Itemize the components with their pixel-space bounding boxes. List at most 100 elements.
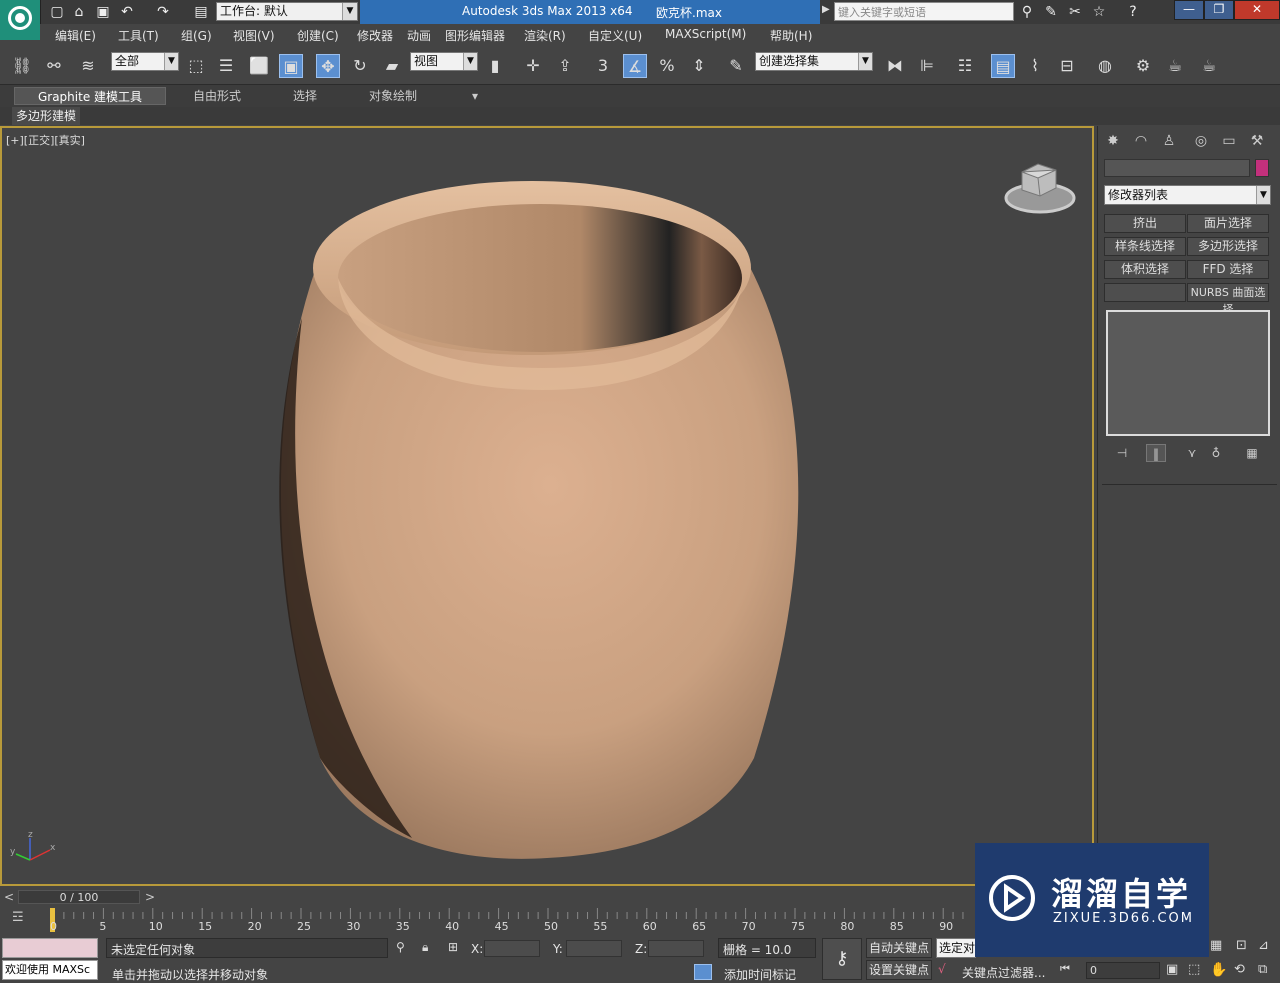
material-editor-icon[interactable]: ◍ <box>1093 54 1117 78</box>
angle-snap-icon[interactable]: ∡ <box>623 54 647 78</box>
utilities-tab-icon[interactable]: ⚒ <box>1246 130 1268 152</box>
object-name-field[interactable] <box>1104 159 1250 177</box>
render-production-icon[interactable]: ☕ <box>1197 54 1221 78</box>
ribbon-options-icon[interactable]: ▾ <box>460 87 490 105</box>
tab-graphite-modeling[interactable]: Graphite 建模工具 <box>14 87 166 105</box>
communication-icon[interactable]: ✎ <box>1042 3 1060 21</box>
tab-object-paint[interactable]: 对象绘制 <box>356 87 430 105</box>
current-frame-field[interactable]: 0 <box>1086 962 1160 979</box>
modifier-list-dropdown[interactable]: 修改器列表 ▼ <box>1104 185 1271 205</box>
y-coordinate-field[interactable] <box>566 940 622 957</box>
modifier-stack[interactable] <box>1106 310 1270 436</box>
time-next-button[interactable]: > <box>145 890 155 904</box>
time-prev-button[interactable]: < <box>4 890 14 904</box>
percent-snap-icon[interactable]: % <box>655 54 679 78</box>
nurbs-surface-select-button[interactable]: NURBS 曲面选择 <box>1187 283 1269 316</box>
redo-icon[interactable]: ↷ <box>154 3 172 21</box>
region-zoom-icon[interactable]: ⬚ <box>1188 962 1200 977</box>
menu-graph-editors[interactable]: 图形编辑器 <box>445 27 505 44</box>
poly-select-button[interactable]: 多边形选择 <box>1187 237 1269 256</box>
pin-stack-icon[interactable]: ⊣ <box>1112 444 1132 462</box>
go-to-start-icon[interactable]: ⏮ <box>1060 962 1070 976</box>
exchange-icon[interactable]: ✂ <box>1066 3 1084 21</box>
auto-key-button[interactable]: 自动关键点 <box>866 938 932 958</box>
menu-group[interactable]: 组(G) <box>181 27 212 44</box>
menu-rendering[interactable]: 渲染(R) <box>524 27 566 44</box>
named-selection-dropdown[interactable]: 创建选择集 ▼ <box>755 52 873 71</box>
hierarchy-tab-icon[interactable]: ♙ <box>1158 130 1180 152</box>
motion-tab-icon[interactable]: ◎ <box>1190 130 1212 152</box>
select-manipulate-icon[interactable]: ✛ <box>521 54 545 78</box>
workspace-dropdown[interactable]: 工作台: 默认 ▼ <box>216 2 358 21</box>
remove-modifier-icon[interactable]: ♁ <box>1206 444 1226 462</box>
close-button[interactable]: ✕ <box>1234 0 1280 20</box>
app-logo[interactable] <box>0 0 41 40</box>
bind-space-warp-icon[interactable]: ≋ <box>76 54 100 78</box>
zoom-extents-icon[interactable]: ▦ <box>1210 938 1222 953</box>
reference-coordinate-dropdown[interactable]: 视图 ▼ <box>410 52 478 71</box>
save-icon[interactable]: ▣ <box>94 3 112 21</box>
menu-edit[interactable]: 编辑(E) <box>55 27 96 44</box>
menu-create[interactable]: 创建(C) <box>297 27 339 44</box>
maximize-viewport-icon[interactable]: ⧉ <box>1258 962 1267 977</box>
ffd-select-button[interactable]: FFD 选择 <box>1187 260 1269 279</box>
viewport-perspective[interactable]: [+][正交][真实] z x y <box>0 126 1094 886</box>
graphite-toggle-icon[interactable]: ▤ <box>991 54 1015 78</box>
x-coordinate-field[interactable] <box>484 940 540 957</box>
set-key-icon[interactable]: ⚷ <box>822 938 862 980</box>
pan-hand-icon[interactable]: ✋ <box>1210 962 1227 978</box>
extrude-button[interactable]: 挤出 <box>1104 214 1186 233</box>
menu-modifiers[interactable]: 修改器 <box>357 27 393 44</box>
menu-views[interactable]: 视图(V) <box>233 27 275 44</box>
layer-manager-icon[interactable]: ☷ <box>953 54 977 78</box>
tab-freeform[interactable]: 自由形式 <box>178 87 256 105</box>
link-icon[interactable]: ⛓ <box>10 54 34 78</box>
arrow-right-icon[interactable]: ▶ <box>822 4 830 15</box>
snaps-toggle-icon[interactable]: 3 <box>591 54 615 78</box>
track-bar[interactable]: ☲ 0 5 10 15 20 25 30 35 40 45 50 55 60 65 70 75 80 85 90 <box>0 906 975 936</box>
menu-customize[interactable]: 自定义(U) <box>588 27 642 44</box>
menu-animation[interactable]: 动画 <box>407 27 431 44</box>
open-file-icon[interactable]: ⌂ <box>70 3 88 21</box>
selected-set-dropdown[interactable]: 选定对 <box>936 938 976 958</box>
select-object-icon[interactable]: ⬚ <box>184 54 208 78</box>
tab-selection[interactable]: 选择 <box>276 87 334 105</box>
modify-tab-icon[interactable]: ◠ <box>1130 130 1152 152</box>
align-icon[interactable]: ⊫ <box>915 54 939 78</box>
spline-select-button[interactable]: 样条线选择 <box>1104 237 1186 256</box>
window-crossing-icon[interactable]: ▣ <box>279 54 303 78</box>
add-time-tag[interactable]: 添加时间标记 <box>724 966 796 983</box>
spinner-snap-icon[interactable]: ⇕ <box>687 54 711 78</box>
selection-filter-dropdown[interactable]: 全部 ▼ <box>111 52 179 71</box>
object-color-swatch[interactable] <box>1255 159 1269 177</box>
orbit-icon[interactable]: ⟲ <box>1234 962 1245 977</box>
z-coordinate-field[interactable] <box>648 940 704 957</box>
restore-button[interactable]: ❐ <box>1204 0 1234 20</box>
set-key-button[interactable]: 设置关键点 <box>866 960 932 980</box>
rendered-frame-window-icon[interactable]: ☕ <box>1163 54 1187 78</box>
render-setup-icon[interactable]: ⚙ <box>1131 54 1155 78</box>
absolute-mode-icon[interactable]: ⊞ <box>448 940 458 954</box>
create-tab-icon[interactable]: ✸ <box>1102 130 1124 152</box>
curve-editor-icon[interactable]: ⌇ <box>1023 54 1047 78</box>
select-and-scale-icon[interactable]: ▰ <box>380 54 404 78</box>
volume-select-button[interactable]: 体积选择 <box>1104 260 1186 279</box>
polygon-modeling-label[interactable]: 多边形建模 <box>12 107 81 125</box>
patch-select-button[interactable]: 面片选择 <box>1187 214 1269 233</box>
project-folder-icon[interactable]: ▤ <box>192 3 210 21</box>
viewcube-icon[interactable] <box>1004 158 1078 216</box>
help-icon[interactable]: ? <box>1124 3 1142 21</box>
schematic-view-icon[interactable]: ⊟ <box>1055 54 1079 78</box>
menu-maxscript[interactable]: MAXScript(M) <box>665 27 746 41</box>
zoom-region-icon[interactable]: ▣ <box>1166 962 1178 977</box>
mini-curve-editor-icon[interactable]: ☲ <box>12 910 32 928</box>
search-input[interactable]: 键入关键字或短语 <box>834 2 1014 21</box>
unlink-icon[interactable]: ⚯ <box>42 54 66 78</box>
binoculars-icon[interactable]: ⚲ <box>1018 3 1036 21</box>
display-tab-icon[interactable]: ▭ <box>1218 130 1240 152</box>
show-end-result-icon[interactable]: ‖ <box>1146 444 1166 462</box>
maxscript-output[interactable]: 欢迎使用 MAXSc <box>2 960 98 980</box>
cup-model[interactable] <box>2 128 1092 884</box>
new-file-icon[interactable]: ▢ <box>48 3 66 21</box>
isolate-toggle-icon[interactable]: ⚲ <box>396 940 405 954</box>
